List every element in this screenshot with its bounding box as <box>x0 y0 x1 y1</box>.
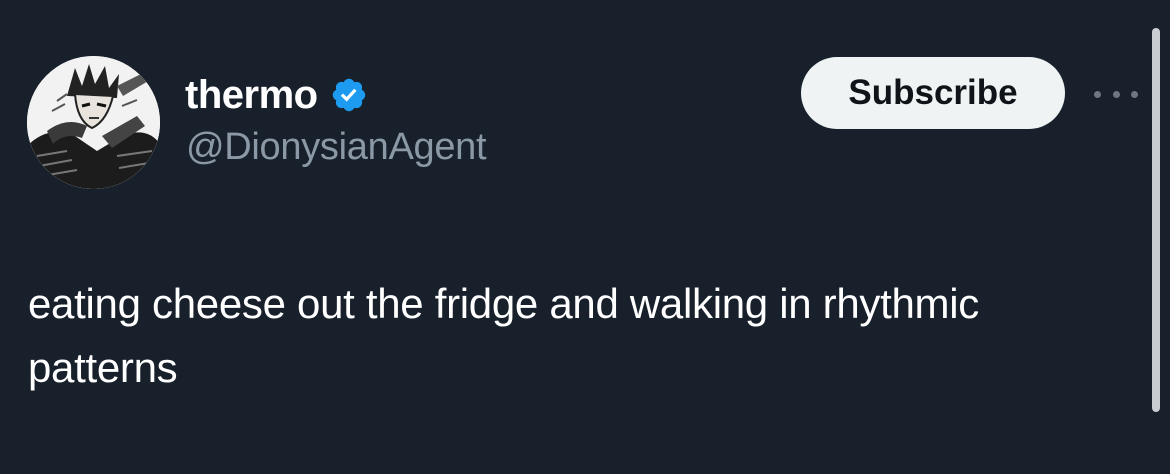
subscribe-button[interactable]: Subscribe <box>801 57 1065 129</box>
ellipsis-icon[interactable] <box>1094 83 1138 105</box>
tweet-text: eating cheese out the fridge and walking… <box>28 280 979 391</box>
dot <box>1112 90 1120 98</box>
avatar[interactable] <box>27 56 160 189</box>
dot <box>1131 90 1138 98</box>
display-name[interactable]: thermo <box>185 73 318 118</box>
author-handle[interactable]: @DionysianAgent <box>186 126 487 169</box>
tweet-card: thermo @DionysianAgent Subscribe eating … <box>0 0 1170 474</box>
dot <box>1094 90 1101 98</box>
author-name-row[interactable]: thermo <box>185 70 368 120</box>
scrollbar[interactable] <box>1152 28 1160 412</box>
avatar-image <box>27 56 160 189</box>
verified-badge-icon[interactable] <box>330 76 368 114</box>
